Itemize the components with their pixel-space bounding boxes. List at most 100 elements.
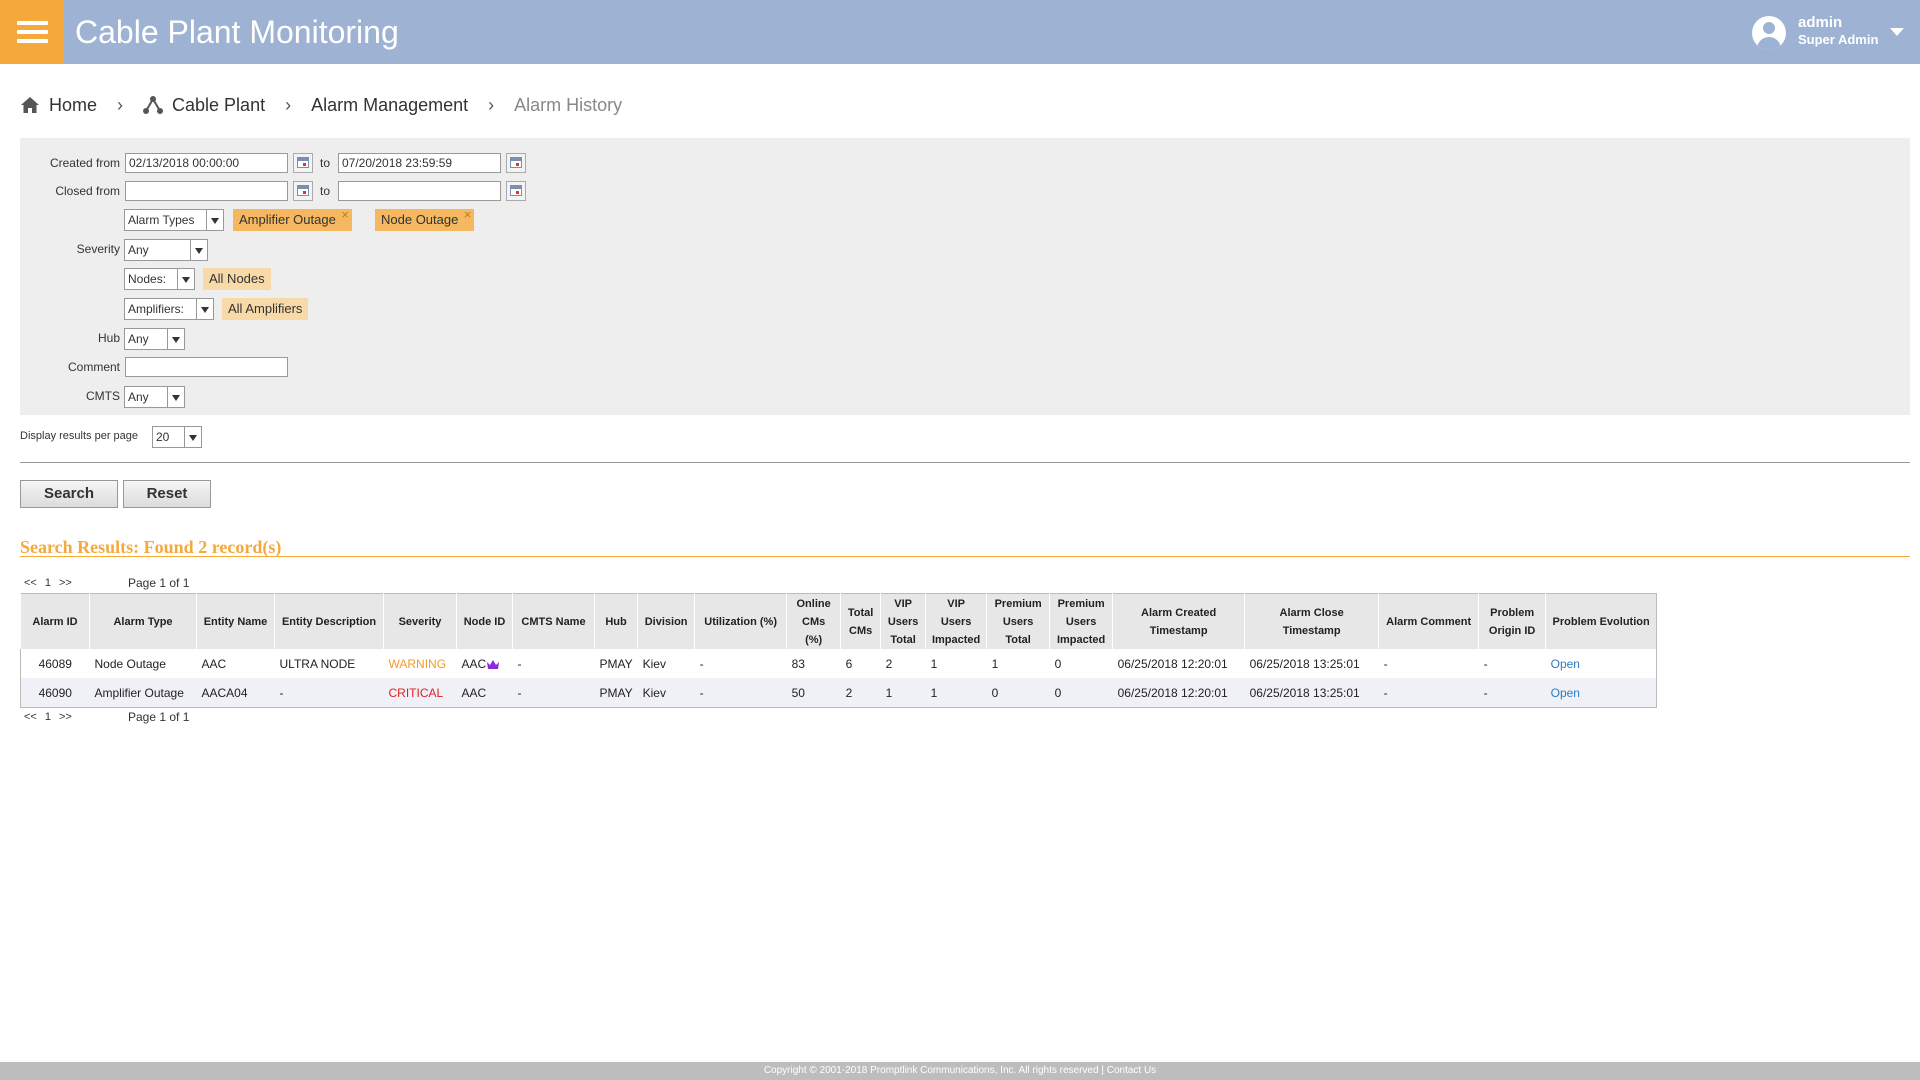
column-header[interactable]: Alarm Comment xyxy=(1378,593,1479,649)
breadcrumb-alarm-management[interactable]: Alarm Management xyxy=(311,95,468,116)
cell-division: Kiev xyxy=(642,656,666,671)
column-header[interactable]: VIP Users Total xyxy=(880,593,926,649)
column-header[interactable]: Problem Evolution xyxy=(1545,593,1657,649)
close-icon[interactable]: × xyxy=(464,204,472,226)
breadcrumb-cable-plant[interactable]: Cable Plant xyxy=(143,95,265,116)
cell-hub: PMAY xyxy=(599,656,633,671)
divider xyxy=(20,462,1910,463)
cell-node-id: AAC xyxy=(456,678,513,708)
cell-total-cms: 6 xyxy=(845,656,853,671)
column-header[interactable]: Alarm ID xyxy=(20,593,90,649)
nodes-select[interactable]: Nodes: xyxy=(124,268,195,290)
column-header[interactable]: Premium Users Total xyxy=(986,593,1050,649)
nodes-select-value: Nodes: xyxy=(128,272,167,286)
breadcrumb-separator: › xyxy=(117,94,124,115)
cell-cmts-name: - xyxy=(517,656,522,671)
alarm-types-select[interactable]: Alarm Types xyxy=(124,209,224,231)
created-from-input[interactable] xyxy=(125,153,288,173)
column-header[interactable]: Problem Origin ID xyxy=(1478,593,1546,649)
calendar-icon[interactable] xyxy=(293,181,313,201)
cell-vip-impacted: 1 xyxy=(925,678,987,708)
column-header[interactable]: Hub xyxy=(593,593,638,649)
calendar-icon[interactable] xyxy=(293,153,313,173)
column-header[interactable]: Alarm Type xyxy=(89,593,197,649)
cell-alarm-id: 46090 xyxy=(20,678,90,708)
cell-online-cms: 50 xyxy=(786,678,841,708)
footer-copyright: Copyright © 2001-2018 Promptlink Communi… xyxy=(763,1065,1099,1076)
footer-divider: | xyxy=(1098,1065,1107,1076)
column-header[interactable]: Utilization (%) xyxy=(694,593,787,649)
user-menu[interactable]: admin Super Admin xyxy=(1752,12,1912,52)
crown-icon xyxy=(487,659,500,669)
column-header[interactable]: Alarm Close Timestamp xyxy=(1244,593,1379,649)
reset-button[interactable]: Reset xyxy=(123,480,211,508)
cell-created-timestamp: 06/25/2018 12:20:01 xyxy=(1117,656,1228,671)
severity-select[interactable]: Any xyxy=(124,239,208,261)
user-avatar-icon xyxy=(1752,16,1786,50)
cell-close-timestamp: 06/25/2018 13:25:01 xyxy=(1244,678,1379,708)
amplifiers-select[interactable]: Amplifiers: xyxy=(124,298,214,320)
column-header[interactable]: Node ID xyxy=(456,593,513,649)
cell-close-timestamp: 06/25/2018 13:25:01 xyxy=(1249,656,1360,671)
contact-us-link[interactable]: Contact Us xyxy=(1107,1065,1156,1076)
breadcrumb-alarm-management-label: Alarm Management xyxy=(311,94,469,115)
cell-severity: WARNING xyxy=(388,656,447,671)
created-to-input[interactable] xyxy=(338,153,501,173)
search-button[interactable]: Search xyxy=(20,480,118,508)
network-icon xyxy=(143,96,164,114)
hub-label: Hub xyxy=(97,331,120,345)
column-header[interactable]: Total CMs xyxy=(840,593,881,649)
cmts-select[interactable]: Any xyxy=(124,386,185,408)
menu-icon[interactable] xyxy=(0,0,64,64)
column-header[interactable]: Entity Name xyxy=(196,593,275,649)
column-header[interactable]: Premium Users Impacted xyxy=(1049,593,1113,649)
comment-input[interactable] xyxy=(125,357,288,377)
hub-select[interactable]: Any xyxy=(124,328,185,350)
severity-select-value: Any xyxy=(128,243,149,257)
column-header[interactable]: VIP Users Impacted xyxy=(925,593,987,649)
breadcrumb-home-label: Home xyxy=(49,94,98,115)
cmts-select-value: Any xyxy=(128,390,149,404)
alarm-type-chip-label: Amplifier Outage xyxy=(239,212,336,227)
user-name: admin xyxy=(1798,14,1843,31)
calendar-icon[interactable] xyxy=(506,153,526,173)
chevron-down-icon[interactable] xyxy=(1890,28,1904,36)
problem-evolution-link[interactable]: Open xyxy=(1546,649,1657,678)
pager-prev[interactable]: << xyxy=(24,711,37,723)
cell-node-id-text: AAC xyxy=(461,656,487,671)
cell-utilization: - xyxy=(699,656,704,671)
pager-top: << 1 >> xyxy=(24,577,80,589)
cell-utilization: - xyxy=(694,678,787,708)
cell-premium-impacted: 0 xyxy=(1049,678,1113,708)
pager-next[interactable]: >> xyxy=(59,577,72,589)
chevron-down-icon xyxy=(184,427,201,447)
chevron-down-icon xyxy=(167,329,184,349)
pager-next[interactable]: >> xyxy=(59,711,72,723)
breadcrumb-home[interactable]: Home xyxy=(20,95,97,116)
column-header[interactable]: Alarm Created Timestamp xyxy=(1112,593,1245,649)
column-header[interactable]: Division xyxy=(637,593,695,649)
close-icon[interactable]: × xyxy=(341,204,349,226)
pager-page[interactable]: 1 xyxy=(45,577,51,589)
per-page-select[interactable]: 20 xyxy=(152,426,202,448)
closed-from-input[interactable] xyxy=(125,181,288,201)
cell-node-id: AAC xyxy=(457,649,513,678)
cell-severity: CRITICAL xyxy=(383,678,457,708)
column-header[interactable]: Online CMs (%) xyxy=(786,593,841,649)
page-info: Page 1 of 1 xyxy=(128,710,190,724)
closed-to-input[interactable] xyxy=(338,181,501,201)
column-header[interactable]: Severity xyxy=(383,593,457,649)
cell-alarm-comment: - xyxy=(1378,678,1479,708)
cell-vip-total: 2 xyxy=(885,656,893,671)
calendar-icon[interactable] xyxy=(506,181,526,201)
pager-prev[interactable]: << xyxy=(24,577,37,589)
problem-evolution-link[interactable]: Open xyxy=(1545,678,1657,708)
cell-alarm-type: Amplifier Outage xyxy=(89,678,197,708)
cell-problem-origin: - xyxy=(1483,656,1488,671)
alarm-type-chip: Amplifier Outage × xyxy=(233,207,352,231)
app-title: Cable Plant Monitoring xyxy=(75,14,399,50)
column-header[interactable]: CMTS Name xyxy=(512,593,595,649)
pager-page[interactable]: 1 xyxy=(45,711,51,723)
chevron-down-icon xyxy=(196,299,213,319)
column-header[interactable]: Entity Description xyxy=(274,593,384,649)
